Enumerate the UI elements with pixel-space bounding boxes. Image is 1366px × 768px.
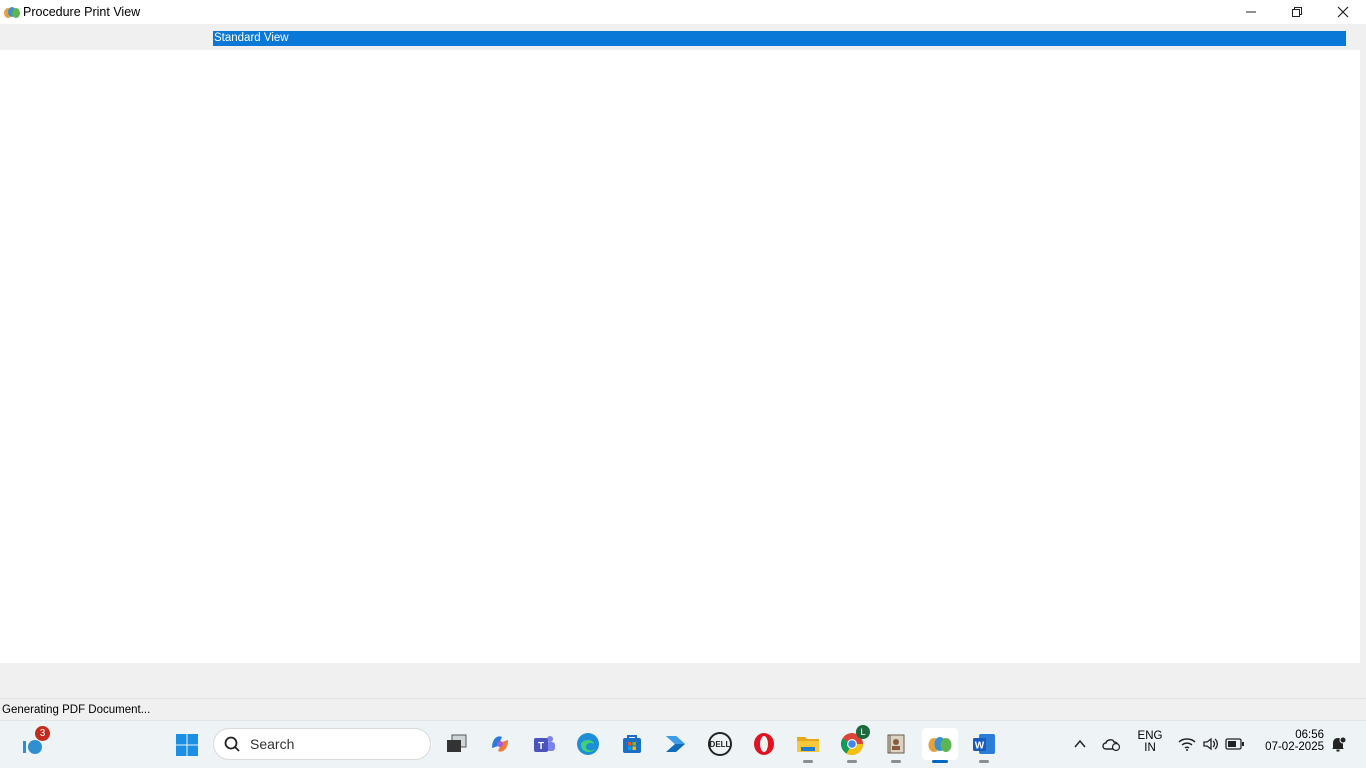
status-message: Generating PDF Document... — [2, 704, 151, 716]
preview-scroll-gutter — [1360, 50, 1366, 663]
maximize-button[interactable] — [1274, 0, 1320, 24]
teams-icon: T — [534, 736, 555, 752]
battery-icon — [1225, 738, 1244, 750]
minimize-button[interactable] — [1228, 0, 1274, 24]
close-button[interactable] — [1320, 0, 1366, 24]
svg-text:W: W — [975, 741, 985, 752]
dell-button[interactable]: DELL — [704, 728, 736, 760]
store-button[interactable] — [616, 728, 648, 760]
volume-button[interactable] — [1201, 734, 1221, 754]
notifications-button[interactable] — [1328, 734, 1348, 754]
title-bar[interactable]: Procedure Print View — [0, 0, 1366, 24]
copilot-button[interactable] — [484, 728, 516, 760]
widgets-badge: 3 — [35, 726, 50, 741]
contacts-app-button[interactable] — [880, 728, 912, 763]
store-icon — [623, 735, 641, 753]
window-controls — [1228, 0, 1366, 24]
running-indicator — [891, 760, 901, 763]
restore-icon — [1292, 7, 1302, 17]
start-button[interactable] — [171, 729, 203, 761]
chrome-profile-badge: L — [856, 725, 870, 739]
battery-button[interactable] — [1225, 734, 1245, 754]
teams-button[interactable]: T — [528, 728, 560, 760]
onedrive-sync-button[interactable] — [1101, 734, 1121, 754]
clock-time: 06:56 — [1295, 729, 1324, 741]
opera-icon — [754, 733, 774, 755]
close-icon — [1337, 6, 1349, 18]
language-code: ENG — [1137, 730, 1163, 742]
clock-date: 07-02-2025 — [1265, 741, 1324, 753]
standard-view-item[interactable]: Standard View — [213, 31, 1346, 46]
taskbar-search[interactable]: Search — [213, 728, 431, 760]
notification-bell-icon — [1332, 736, 1347, 752]
dell-icon: DELL — [708, 732, 732, 756]
window-title: Procedure Print View — [23, 5, 141, 19]
edge-button[interactable] — [572, 728, 604, 760]
minimize-icon — [1246, 11, 1256, 13]
clock-button[interactable]: 06:56 07-02-2025 — [1258, 729, 1324, 753]
wifi-icon — [1178, 738, 1196, 751]
windows-logo-icon — [176, 734, 198, 756]
procedure-app-button[interactable] — [922, 728, 958, 763]
app-logo-icon — [928, 737, 952, 752]
wifi-button[interactable] — [1177, 734, 1197, 754]
app-logo-icon — [3, 5, 21, 19]
svg-text:DELL: DELL — [710, 740, 731, 749]
chrome-button[interactable]: L — [836, 725, 870, 763]
show-hidden-icons-button[interactable] — [1070, 734, 1090, 754]
view-toolbar: Standard View — [0, 24, 1366, 50]
svg-text:T: T — [538, 741, 544, 752]
task-view-icon — [447, 734, 467, 752]
word-icon: W — [973, 734, 995, 754]
document-preview-area[interactable] — [0, 50, 1360, 663]
search-icon — [224, 736, 240, 752]
input-language[interactable]: ENG IN — [1133, 730, 1167, 754]
status-bar: Generating PDF Document... — [0, 698, 1366, 720]
widgets-button[interactable]: 3 — [16, 726, 50, 761]
power-automate-button[interactable] — [660, 728, 692, 760]
app-window: Procedure Print View Standard View Gener… — [0, 0, 1366, 720]
edge-icon — [577, 733, 599, 755]
power-automate-icon — [666, 736, 685, 752]
folder-icon — [797, 737, 819, 752]
chevron-up-icon — [1074, 739, 1086, 748]
contacts-book-icon — [887, 734, 905, 754]
search-placeholder: Search — [250, 736, 295, 752]
task-view-button[interactable] — [440, 728, 472, 760]
opera-button[interactable] — [748, 728, 780, 760]
running-indicator — [979, 760, 989, 763]
region-code: IN — [1144, 742, 1156, 754]
running-indicator — [803, 760, 813, 763]
speaker-icon — [1203, 737, 1218, 751]
file-explorer-button[interactable] — [792, 728, 824, 763]
word-button[interactable]: W — [968, 728, 1000, 763]
running-indicator — [847, 760, 857, 763]
cloud-sync-icon — [1102, 739, 1121, 752]
active-indicator — [932, 760, 948, 763]
copilot-icon — [492, 736, 508, 752]
